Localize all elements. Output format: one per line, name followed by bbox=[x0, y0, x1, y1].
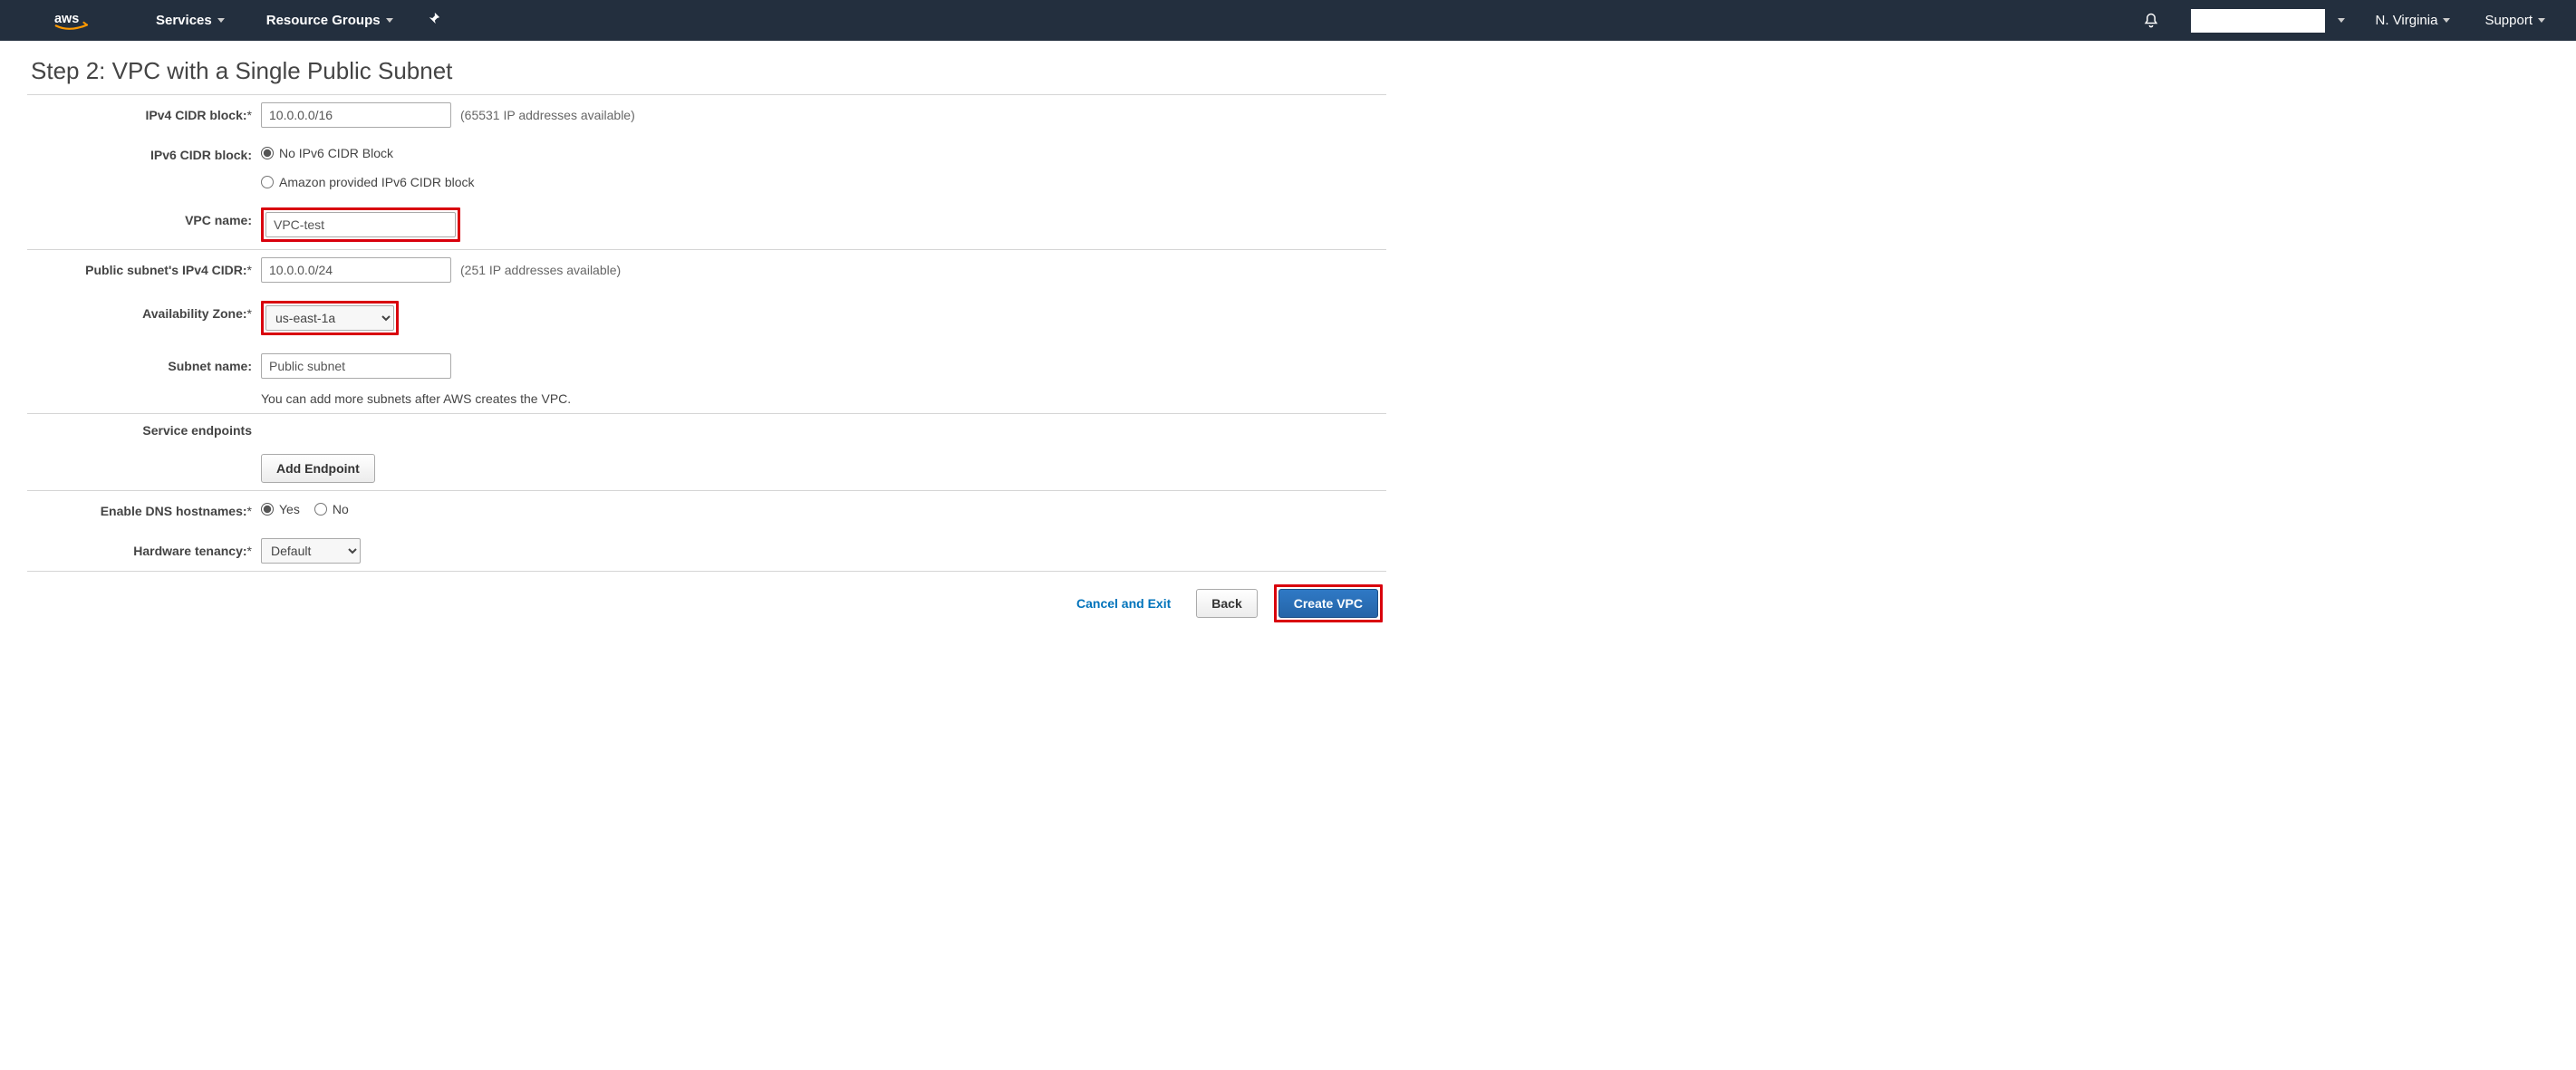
radio-amazon-ipv6-label: Amazon provided IPv6 CIDR block bbox=[279, 171, 475, 193]
row-add-endpoint: Add Endpoint bbox=[27, 447, 1386, 490]
cancel-and-exit-link[interactable]: Cancel and Exit bbox=[1067, 589, 1180, 618]
input-vpc-name[interactable] bbox=[265, 212, 456, 237]
input-public-subnet-cidr[interactable] bbox=[261, 257, 451, 283]
nav-region[interactable]: N. Virginia bbox=[2363, 13, 2464, 28]
radio-no-ipv6-input[interactable] bbox=[261, 147, 274, 159]
label-hardware-tenancy: Hardware tenancy: bbox=[27, 538, 261, 564]
aws-logo[interactable]: aws bbox=[54, 11, 103, 31]
row-enable-dns-hostnames: Enable DNS hostnames: Yes No bbox=[27, 491, 1386, 531]
caret-down-icon bbox=[2443, 18, 2450, 23]
nav-support[interactable]: Support bbox=[2472, 13, 2558, 28]
nav-support-label: Support bbox=[2484, 13, 2533, 28]
label-ipv6-cidr: IPv6 CIDR block: bbox=[27, 142, 261, 168]
row-vpc-name: VPC name: bbox=[27, 200, 1386, 249]
nav-notifications[interactable] bbox=[2133, 12, 2169, 30]
row-public-subnet-cidr: Public subnet's IPv4 CIDR: (251 IP addre… bbox=[27, 250, 1386, 290]
row-ipv6-cidr: IPv6 CIDR block: No IPv6 CIDR Block Amaz… bbox=[27, 135, 1386, 200]
radio-dns-no[interactable]: No bbox=[314, 498, 349, 520]
highlight-vpc-name bbox=[261, 207, 460, 242]
page-title: Step 2: VPC with a Single Public Subnet bbox=[27, 41, 1386, 94]
nav-resource-groups[interactable]: Resource Groups bbox=[250, 13, 410, 28]
top-nav: aws Services Resource Groups N. Virginia… bbox=[0, 0, 2576, 41]
caret-down-icon bbox=[2538, 18, 2545, 23]
page-body: Step 2: VPC with a Single Public Subnet … bbox=[0, 41, 1413, 641]
radio-dns-no-input[interactable] bbox=[314, 503, 327, 516]
nav-region-label: N. Virginia bbox=[2376, 13, 2438, 28]
pin-icon[interactable] bbox=[419, 12, 449, 29]
nav-resource-groups-label: Resource Groups bbox=[266, 13, 381, 28]
select-availability-zone[interactable]: us-east-1a bbox=[265, 305, 394, 331]
input-subnet-name[interactable] bbox=[261, 353, 451, 379]
vpc-wizard-form: IPv4 CIDR block: (65531 IP addresses ava… bbox=[27, 95, 1386, 641]
radio-amazon-ipv6-input[interactable] bbox=[261, 176, 274, 188]
radio-amazon-ipv6[interactable]: Amazon provided IPv6 CIDR block bbox=[261, 171, 1386, 193]
radio-dns-yes-label: Yes bbox=[279, 498, 300, 520]
hint-ipv4-cidr: (65531 IP addresses available) bbox=[460, 102, 635, 128]
label-ipv4-cidr: IPv4 CIDR block: bbox=[27, 102, 261, 128]
nav-account-selector[interactable] bbox=[2191, 9, 2325, 33]
nav-services[interactable]: Services bbox=[140, 13, 241, 28]
row-ipv4-cidr: IPv4 CIDR block: (65531 IP addresses ava… bbox=[27, 95, 1386, 135]
caret-down-icon bbox=[2338, 18, 2345, 23]
radio-dns-yes[interactable]: Yes bbox=[261, 498, 300, 520]
highlight-availability-zone: us-east-1a bbox=[261, 301, 399, 335]
select-hardware-tenancy[interactable]: Default bbox=[261, 538, 361, 564]
svg-text:aws: aws bbox=[54, 11, 79, 25]
hint-subnet-name: You can add more subnets after AWS creat… bbox=[261, 388, 1386, 406]
hint-public-subnet-cidr: (251 IP addresses available) bbox=[460, 257, 621, 283]
label-vpc-name: VPC name: bbox=[27, 207, 261, 233]
caret-down-icon bbox=[217, 18, 225, 23]
row-availability-zone: Availability Zone: us-east-1a bbox=[27, 290, 1386, 346]
label-public-subnet-cidr: Public subnet's IPv4 CIDR: bbox=[27, 257, 261, 283]
row-subnet-name: Subnet name: You can add more subnets af… bbox=[27, 346, 1386, 413]
bell-icon bbox=[2142, 12, 2160, 30]
create-vpc-button[interactable]: Create VPC bbox=[1278, 589, 1378, 618]
label-service-endpoints: Service endpoints bbox=[27, 421, 261, 439]
radio-no-ipv6-label: No IPv6 CIDR Block bbox=[279, 142, 393, 164]
nav-services-label: Services bbox=[156, 13, 212, 28]
input-ipv4-cidr[interactable] bbox=[261, 102, 451, 128]
add-endpoint-button[interactable]: Add Endpoint bbox=[261, 454, 375, 483]
radio-dns-no-label: No bbox=[333, 498, 349, 520]
label-subnet-name: Subnet name: bbox=[27, 353, 261, 379]
radio-dns-yes-input[interactable] bbox=[261, 503, 274, 516]
label-availability-zone: Availability Zone: bbox=[27, 301, 261, 326]
back-button[interactable]: Back bbox=[1196, 589, 1257, 618]
row-service-endpoints: Service endpoints bbox=[27, 414, 1386, 447]
radio-no-ipv6[interactable]: No IPv6 CIDR Block bbox=[261, 142, 1386, 164]
wizard-footer: Cancel and Exit Back Create VPC bbox=[27, 572, 1386, 641]
row-hardware-tenancy: Hardware tenancy: Default bbox=[27, 531, 1386, 571]
highlight-create-vpc: Create VPC bbox=[1274, 584, 1383, 622]
caret-down-icon bbox=[386, 18, 393, 23]
label-enable-dns-hostnames: Enable DNS hostnames: bbox=[27, 498, 261, 524]
